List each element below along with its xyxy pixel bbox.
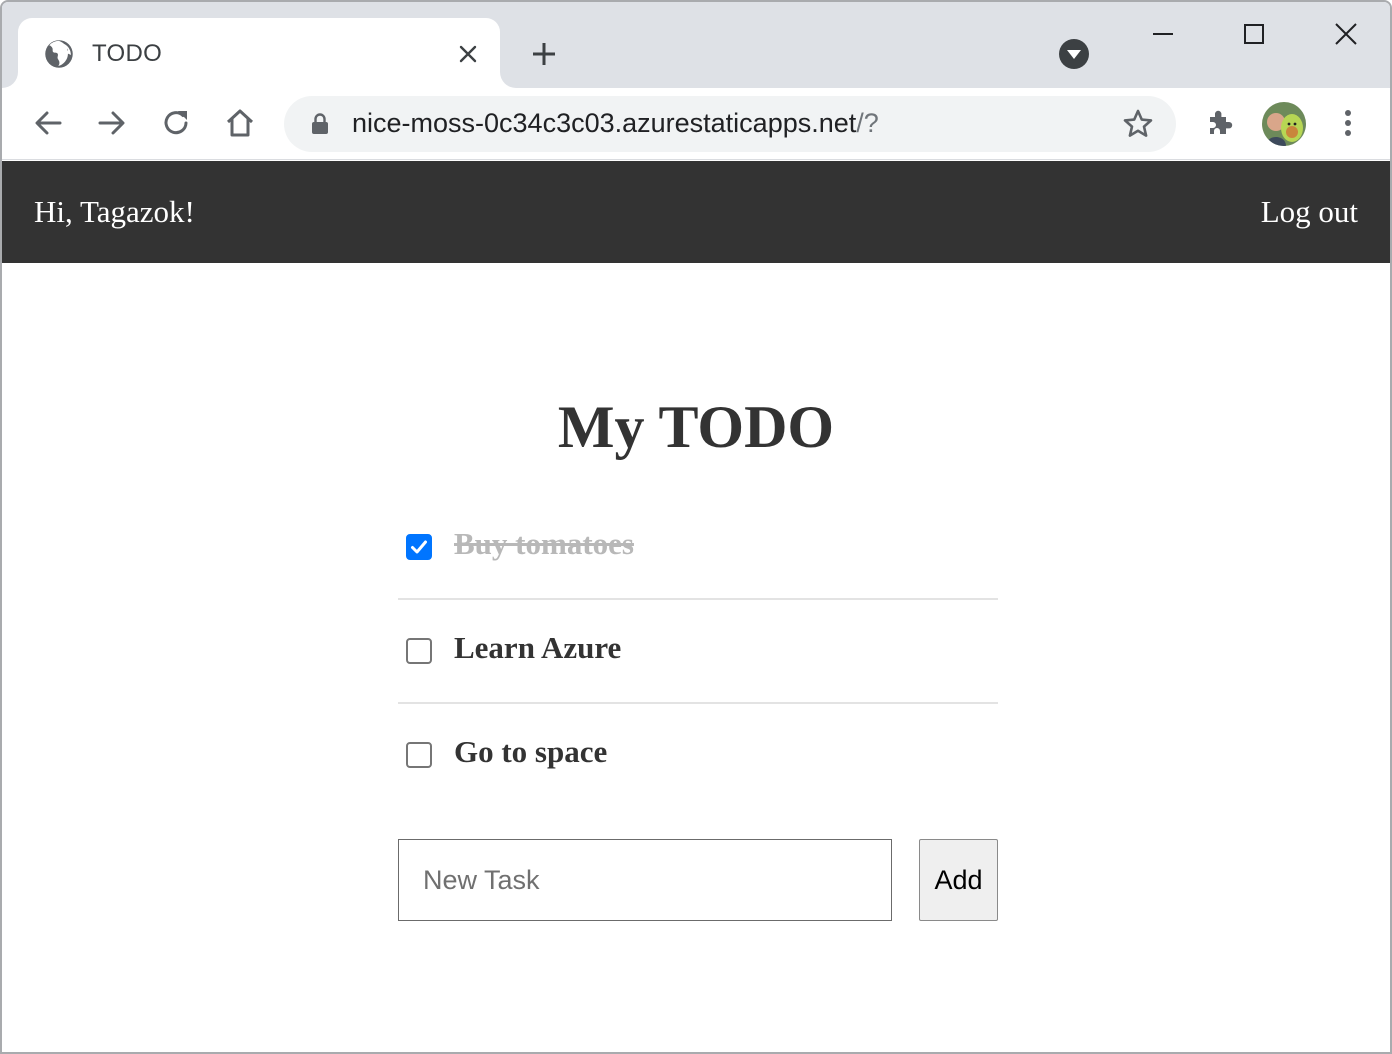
browser-toolbar: nice-moss-0c34c3c03.azurestaticapps.net/… xyxy=(2,88,1390,160)
todo-checkbox[interactable] xyxy=(406,534,432,560)
avatar-image xyxy=(1262,102,1306,146)
url-text[interactable]: nice-moss-0c34c3c03.azurestaticapps.net/… xyxy=(352,108,879,139)
todo-checkbox[interactable] xyxy=(406,742,432,768)
globe-icon xyxy=(45,40,73,68)
logout-link[interactable]: Log out xyxy=(1261,194,1358,230)
tab-strip: TODO xyxy=(2,2,1390,88)
todo-label: Learn Azure xyxy=(454,630,622,665)
reload-icon[interactable] xyxy=(158,105,194,141)
bookmark-star-icon[interactable] xyxy=(1122,108,1154,140)
app-header: Hi, Tagazok! Log out xyxy=(2,161,1390,263)
extensions-icon[interactable] xyxy=(1202,105,1238,141)
greeting-text: Hi, Tagazok! xyxy=(34,194,195,229)
todo-label: Go to space xyxy=(454,734,608,769)
page-title: My TODO xyxy=(557,394,835,460)
browser-window: TODO nice-moss-0c34c3c03.azurestaticapps… xyxy=(0,0,1392,1054)
new-tab-icon[interactable] xyxy=(528,38,560,70)
back-icon[interactable] xyxy=(30,105,66,141)
checkmark-icon xyxy=(411,540,427,554)
todo-item: Go to space xyxy=(398,704,998,808)
tab-title: TODO xyxy=(92,40,163,67)
lock-icon[interactable] xyxy=(308,112,332,136)
todo-item: Learn Azure xyxy=(398,600,998,704)
todo-checkbox[interactable] xyxy=(406,638,432,664)
url-path: /? xyxy=(856,108,879,138)
maximize-icon[interactable] xyxy=(1236,16,1272,52)
todo-label: Buy tomatoes xyxy=(454,526,634,561)
forward-icon[interactable] xyxy=(94,105,130,141)
minimize-icon[interactable] xyxy=(1145,16,1181,52)
home-icon[interactable] xyxy=(222,105,258,141)
new-task-input[interactable] xyxy=(398,839,892,921)
address-bar[interactable]: nice-moss-0c34c3c03.azurestaticapps.net/… xyxy=(284,96,1176,152)
profile-avatar[interactable] xyxy=(1262,102,1306,146)
window-close-icon[interactable] xyxy=(1328,16,1364,52)
todo-item: Buy tomatoes xyxy=(398,496,998,600)
tab-search-icon[interactable] xyxy=(1058,38,1090,70)
add-button[interactable]: Add xyxy=(919,839,998,921)
browser-tab[interactable]: TODO xyxy=(18,18,500,88)
close-tab-icon[interactable] xyxy=(456,42,480,66)
web-page: Hi, Tagazok! Log out My TODO Buy tomatoe… xyxy=(2,161,1390,1052)
menu-kebab-icon[interactable] xyxy=(1330,105,1366,141)
todo-list: Buy tomatoes Learn Azure Go to space xyxy=(398,496,998,808)
url-host: nice-moss-0c34c3c03.azurestaticapps.net xyxy=(352,108,857,138)
